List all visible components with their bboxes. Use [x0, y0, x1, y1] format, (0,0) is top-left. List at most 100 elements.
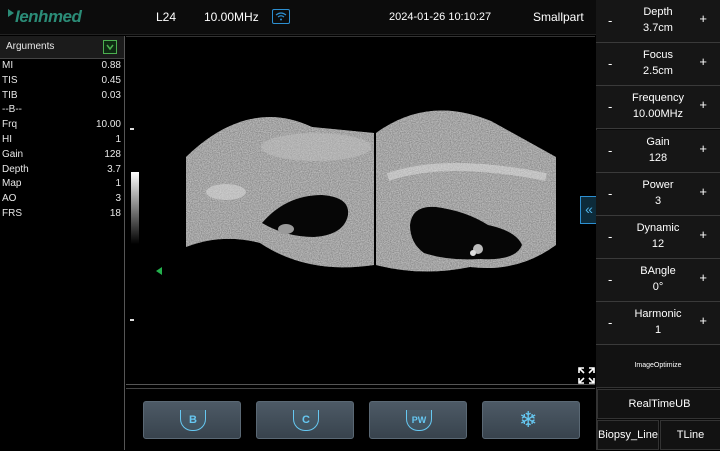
argument-row: FRS 18 [0, 207, 124, 222]
argument-key: Frq [2, 119, 17, 131]
focus-marker-icon[interactable] [156, 267, 162, 275]
argument-key: Depth [2, 163, 29, 175]
increase-button[interactable]: + [699, 227, 707, 242]
b-mode-button[interactable]: B [143, 401, 241, 439]
argument-value: 10.00 [95, 119, 121, 131]
decrease-button[interactable]: - [608, 229, 612, 244]
argument-value: 18 [109, 207, 121, 219]
param-depth: - Depth 3.7cm + [596, 0, 720, 43]
argument-row: HI 1 [0, 133, 124, 148]
freeze-button[interactable]: ❄ [482, 401, 580, 439]
color-mode-icon: C [293, 410, 319, 431]
argument-value: 0.88 [101, 60, 121, 71]
argument-row: MI 0.88 [0, 59, 124, 74]
argument-key: TIB [2, 89, 18, 101]
param-name: Power [642, 178, 674, 191]
ultrasound-image-area[interactable] [126, 36, 595, 385]
biopsy-line-button[interactable]: Biopsy_Line [597, 420, 659, 450]
param-name: Focus [643, 49, 673, 62]
param-name: Dynamic [636, 222, 680, 234]
decrease-button[interactable]: - [608, 99, 612, 114]
param-value: 128 [648, 151, 668, 164]
param-name: Depth [643, 6, 673, 18]
decrease-button[interactable]: - [608, 143, 612, 158]
argument-row: Map 1 [0, 177, 124, 192]
argument-key: TIS [2, 74, 18, 86]
argument-value: 1 [115, 178, 121, 190]
argument-row: Depth 3.7 [0, 163, 124, 178]
argument-row: AO 3 [0, 192, 124, 207]
argument-row: --B-- [0, 103, 124, 118]
frequency-label: 10.00MHz [204, 10, 259, 24]
param-value: 1 [654, 324, 662, 337]
wifi-icon[interactable] [272, 9, 290, 24]
increase-button[interactable]: + [699, 184, 707, 199]
argument-key: FRS [2, 207, 22, 219]
increase-button[interactable]: + [699, 270, 707, 285]
probe-label: L24 [156, 10, 177, 24]
pw-mode-icon: PW [406, 410, 432, 431]
arguments-panel: Arguments MI 0.88 TIS 0.45 TIB 0.03 --B-- Frq 10… [0, 36, 125, 450]
ultrasound-image [186, 110, 556, 272]
param-value: 3 [654, 194, 662, 207]
freeze-icon: ❄ [519, 407, 538, 432]
tline-button[interactable]: TLine [660, 420, 720, 450]
param-value: 3.7cm [643, 22, 673, 34]
grayscale-bar [131, 172, 139, 244]
argument-row: TIB 0.03 [0, 89, 124, 104]
param-power: - Power 3 + [596, 172, 720, 216]
fullscreen-icon[interactable] [578, 367, 595, 384]
arguments-toggle-checkbox[interactable] [103, 40, 117, 54]
param-bangle: - BAngle 0° + [596, 259, 720, 303]
argument-value: 0.45 [101, 74, 121, 86]
increase-button[interactable]: + [699, 141, 707, 156]
depth-tick [130, 128, 134, 130]
param-value: 2.5cm [643, 65, 673, 78]
arguments-title: Arguments [6, 41, 55, 52]
logo-text: Ienhmed [15, 7, 82, 26]
param-value: 12 [651, 238, 665, 250]
param-name: Frequency [632, 92, 684, 105]
increase-button[interactable]: + [699, 97, 707, 112]
realtime-ub-button[interactable]: RealTimeUB [597, 389, 720, 419]
decrease-button[interactable]: - [608, 315, 612, 330]
arguments-list: MI 0.88 TIS 0.45 TIB 0.03 --B-- Frq 10.00 HI 1 Gain… [0, 59, 124, 222]
argument-row: TIS 0.45 [0, 74, 124, 89]
param-name: Harmonic [634, 308, 682, 321]
param-focus: - Focus 2.5cm + [596, 43, 720, 87]
color-mode-button[interactable]: C [256, 401, 354, 439]
datetime-label: 2024-01-26 10:10:27 [389, 11, 492, 23]
decrease-button[interactable]: - [608, 272, 612, 287]
argument-key: MI [2, 60, 14, 71]
param-frequency: - Frequency 10.00MHz + [596, 86, 720, 130]
logo-mark-icon [8, 9, 14, 17]
argument-value: 3.7 [107, 163, 121, 175]
increase-button[interactable]: + [699, 54, 707, 69]
argument-key: HI [2, 133, 12, 145]
pw-mode-button[interactable]: PW [369, 401, 467, 439]
preset-label[interactable]: Smallpart [533, 10, 584, 24]
argument-row: Frq 10.00 [0, 118, 124, 133]
argument-key: --B-- [2, 104, 22, 116]
param-name: Gain [646, 135, 670, 148]
param-dynamic: - Dynamic 12 + [596, 216, 720, 259]
depth-tick [130, 319, 134, 321]
b-mode-icon: B [180, 410, 206, 431]
argument-value: 3 [115, 193, 121, 205]
decrease-button[interactable]: - [608, 13, 612, 28]
param-harmonic: - Harmonic 1 + [596, 302, 720, 346]
image-optimize-button[interactable]: ImageOptimize [596, 345, 720, 388]
decrease-button[interactable]: - [608, 186, 612, 201]
increase-button[interactable]: + [699, 313, 707, 328]
argument-key: Map [2, 178, 22, 190]
arguments-header: Arguments [0, 36, 124, 59]
param-name: BAngle [640, 265, 676, 278]
param-value: 0° [652, 281, 664, 294]
top-bar: Ienhmed L24 10.00MHz 2024-01-26 10:10:27… [0, 0, 596, 35]
argument-key: Gain [2, 148, 24, 160]
decrease-button[interactable]: - [608, 56, 612, 71]
argument-value: 128 [104, 148, 121, 160]
brand-logo: Ienhmed [8, 7, 82, 27]
increase-button[interactable]: + [699, 11, 707, 26]
argument-value: 1 [115, 133, 121, 145]
